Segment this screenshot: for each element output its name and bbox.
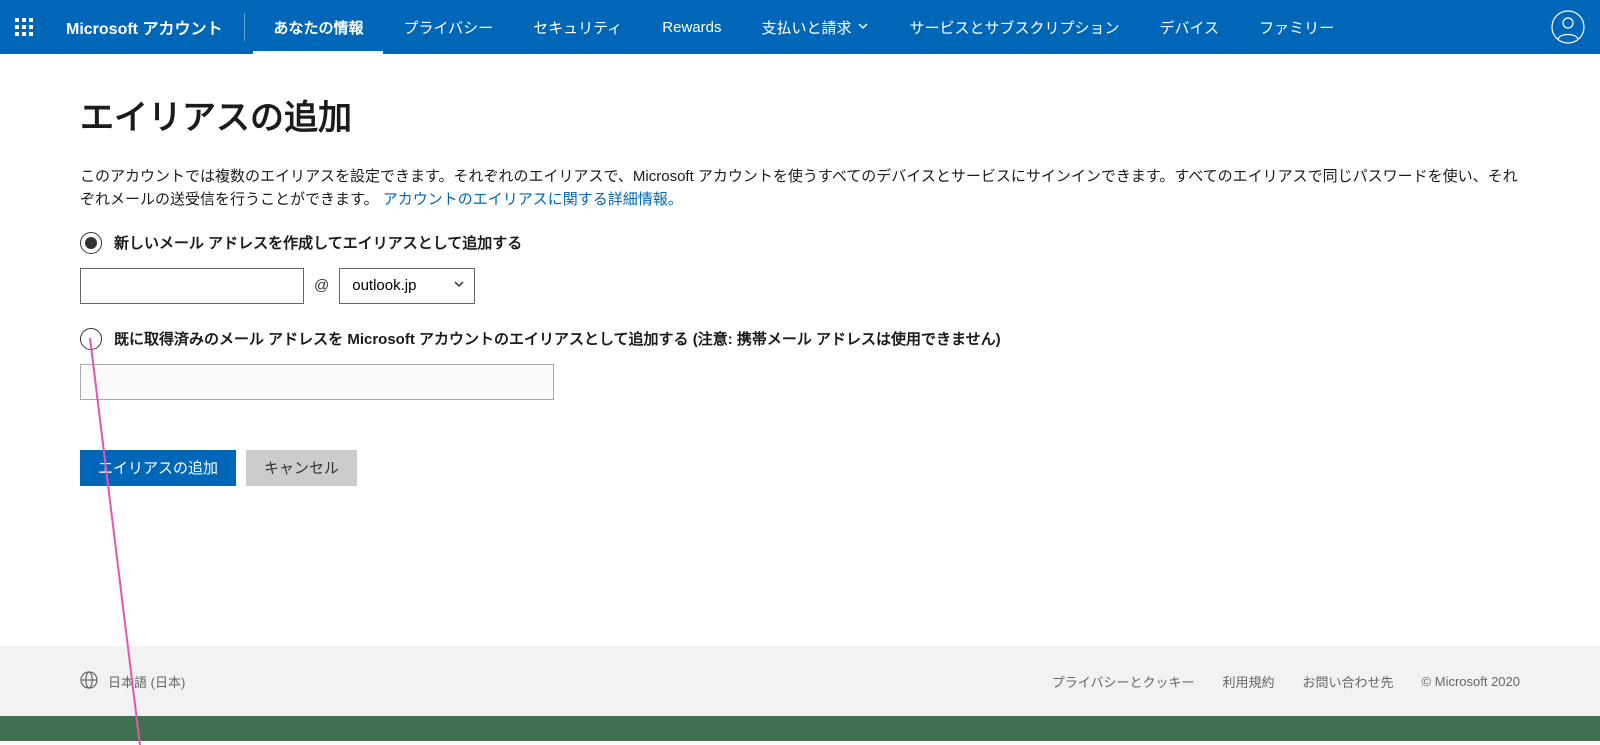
option-create-new: 新しいメール アドレスを作成してエイリアスとして追加する @ outlook.j…	[80, 232, 1520, 304]
nav-security[interactable]: セキュリティ	[513, 0, 642, 54]
header: Microsoft アカウント あなたの情報 プライバシー セキュリティ Rew…	[0, 0, 1600, 54]
profile-icon[interactable]	[1548, 7, 1588, 47]
bottom-bar	[0, 716, 1600, 741]
nav-label: 支払いと請求	[761, 17, 851, 38]
footer-copyright: © Microsoft 2020	[1422, 674, 1520, 689]
add-alias-button[interactable]: エイリアスの追加	[80, 450, 236, 486]
nav-label: あなたの情報	[273, 17, 363, 38]
nav-divider	[244, 13, 245, 41]
brand-title[interactable]: Microsoft アカウント	[48, 15, 244, 39]
footer-privacy-link[interactable]: プライバシーとクッキー	[1052, 672, 1195, 691]
radio-existing-label: 既に取得済みのメール アドレスを Microsoft アカウントのエイリアスとし…	[114, 328, 1001, 349]
locale-selector[interactable]: 日本語 (日本)	[108, 672, 185, 691]
nav-devices[interactable]: デバイス	[1140, 0, 1240, 54]
nav-label: ファミリー	[1259, 17, 1334, 38]
footer: 日本語 (日本) プライバシーとクッキー 利用規約 お問い合わせ先 © Micr…	[0, 646, 1600, 716]
footer-terms-link[interactable]: 利用規約	[1223, 672, 1275, 691]
page-description: このアカウントでは複数のエイリアスを設定できます。それぞれのエイリアスで、Mic…	[80, 165, 1520, 212]
at-sign: @	[314, 277, 329, 294]
nav-privacy[interactable]: プライバシー	[383, 0, 513, 54]
nav-label: プライバシー	[403, 17, 493, 38]
nav-family[interactable]: ファミリー	[1239, 0, 1354, 54]
description-text: このアカウントでは複数のエイリアスを設定できます。それぞれのエイリアスで、Mic…	[80, 168, 1518, 208]
nav-payment[interactable]: 支払いと請求	[741, 0, 889, 54]
nav-services[interactable]: サービスとサブスクリプション	[889, 0, 1139, 54]
domain-selected-value: outlook.jp	[352, 277, 416, 294]
cancel-button[interactable]: キャンセル	[246, 450, 357, 486]
nav-label: Rewards	[662, 19, 721, 36]
nav-your-info[interactable]: あなたの情報	[253, 0, 383, 54]
option-existing: 既に取得済みのメール アドレスを Microsoft アカウントのエイリアスとし…	[80, 328, 1520, 436]
alias-info-link[interactable]: アカウントのエイリアスに関する詳細情報。	[383, 191, 683, 208]
nav-label: セキュリティ	[533, 17, 622, 38]
domain-select[interactable]: outlook.jp	[339, 268, 475, 304]
chevron-down-icon	[857, 19, 869, 36]
footer-contact-link[interactable]: お問い合わせ先	[1303, 672, 1394, 691]
radio-create-new-label: 新しいメール アドレスを作成してエイリアスとして追加する	[114, 232, 522, 253]
nav: あなたの情報 プライバシー セキュリティ Rewards 支払いと請求 サービス…	[253, 0, 1354, 54]
button-row: エイリアスの追加 キャンセル	[80, 450, 1520, 486]
page-title: エイリアスの追加	[80, 90, 1520, 139]
nav-label: デバイス	[1160, 17, 1220, 38]
radio-create-new[interactable]	[80, 232, 102, 254]
existing-email-input[interactable]	[80, 364, 554, 400]
radio-existing[interactable]	[80, 328, 102, 350]
globe-icon	[80, 671, 98, 692]
main-content: エイリアスの追加 このアカウントでは複数のエイリアスを設定できます。それぞれのエ…	[0, 54, 1600, 486]
nav-rewards[interactable]: Rewards	[642, 0, 741, 54]
new-email-local-input[interactable]	[80, 268, 304, 304]
app-launcher-icon[interactable]	[0, 0, 48, 54]
nav-label: サービスとサブスクリプション	[909, 17, 1119, 38]
